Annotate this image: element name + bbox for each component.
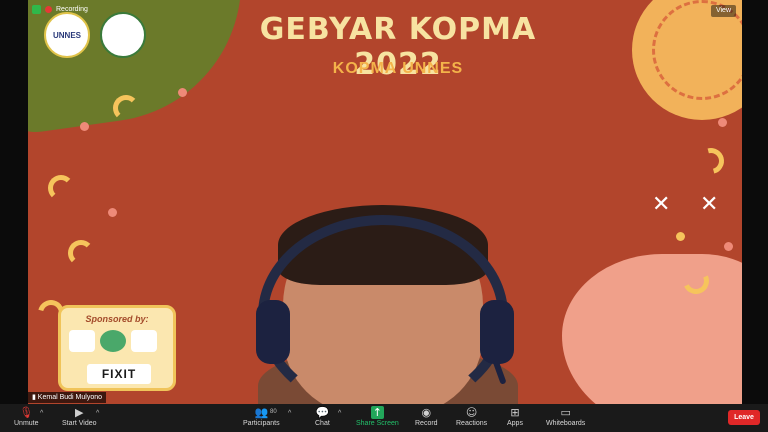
meeting-window: ✕ ✕ UNNES GEBYAR KOPMA 2022 KOPMA UNNES … xyxy=(0,0,768,432)
whiteboards-label: Whiteboards xyxy=(546,420,586,427)
decor-squiggle xyxy=(693,143,729,179)
participants-count: 80 xyxy=(270,409,277,415)
decor-x-mark: ✕ xyxy=(652,192,671,217)
decor-squiggle xyxy=(48,175,74,201)
view-button[interactable]: View xyxy=(710,5,736,17)
participants-label: Participants xyxy=(243,420,280,427)
share-screen-icon: ↑ xyxy=(370,406,385,419)
chevron-up-icon[interactable]: ^ xyxy=(338,410,341,417)
headphone-band xyxy=(258,215,508,404)
decor-dot xyxy=(178,88,187,97)
record-label: Record xyxy=(415,420,438,427)
leave-button[interactable]: Leave xyxy=(728,410,760,425)
sponsor-fixit-logo: FIXIT xyxy=(87,364,151,384)
decor-x-mark: ✕ xyxy=(700,192,719,217)
chevron-up-icon[interactable]: ^ xyxy=(288,410,291,417)
meeting-toolbar: 🎙 Unmute ^ ▶ Start Video ^ 👥 Participant… xyxy=(0,404,768,432)
decor-dot xyxy=(676,232,685,241)
sponsor-logo xyxy=(131,330,157,352)
decor-dot xyxy=(724,242,733,251)
apps-icon: ⊞ xyxy=(510,406,520,419)
record-icon: ◉ xyxy=(421,406,432,419)
sponsor-card: Sponsored by: FIXIT xyxy=(58,305,176,391)
apps-button[interactable]: ⊞ Apps xyxy=(507,406,523,427)
chevron-up-icon[interactable]: ^ xyxy=(40,410,43,417)
chat-label: Chat xyxy=(315,420,330,427)
participant-name-tag: ▮ Kemal Budi Mulyono xyxy=(28,392,106,403)
start-video-button[interactable]: ▶ Start Video xyxy=(62,406,97,427)
decor-dot xyxy=(718,118,727,127)
decor-dot xyxy=(108,208,117,217)
whiteboards-button[interactable]: ▭ Whiteboards xyxy=(546,406,585,427)
share-screen-button[interactable]: ↑ Share Screen xyxy=(356,406,399,427)
recording-label: Recording xyxy=(56,6,88,13)
chevron-up-icon[interactable]: ^ xyxy=(96,410,99,417)
video-camera-muted-icon: ▶ xyxy=(75,406,84,419)
participant-name: Kemal Budi Mulyono xyxy=(37,394,102,401)
share-screen-label: Share Screen xyxy=(356,420,399,427)
slide-subtitle: KOPMA UNNES xyxy=(332,60,464,77)
people-icon: 👥 xyxy=(254,406,269,419)
headphone-earcup-right xyxy=(480,300,514,364)
start-video-label: Start Video xyxy=(62,420,97,427)
shared-video: ✕ ✕ UNNES GEBYAR KOPMA 2022 KOPMA UNNES … xyxy=(28,0,742,404)
unnes-logo: UNNES xyxy=(44,12,90,58)
record-dot-icon xyxy=(45,6,52,13)
sponsor-label: Sponsored by: xyxy=(85,314,149,324)
decor-squiggle xyxy=(113,95,139,121)
reactions-button[interactable]: ☺ Reactions xyxy=(456,406,487,427)
unnes-logo-text: UNNES xyxy=(52,30,81,40)
kopma-logo xyxy=(100,12,146,58)
emoji-icon: ☺ xyxy=(465,406,478,419)
decor-dot xyxy=(80,122,89,131)
sponsor-logo xyxy=(100,330,126,352)
sponsor-logos xyxy=(69,330,157,352)
decor-pink-blob xyxy=(562,254,742,404)
shield-icon xyxy=(32,5,41,14)
unmute-button[interactable]: 🎙 Unmute xyxy=(14,406,39,427)
recording-indicator: Recording xyxy=(32,5,88,14)
record-button[interactable]: ◉ Record xyxy=(415,406,438,427)
whiteboard-icon: ▭ xyxy=(560,406,571,419)
chat-button[interactable]: 💬 Chat xyxy=(315,406,330,427)
chat-bubble-icon: 💬 xyxy=(315,406,330,419)
sponsor-logo xyxy=(69,330,95,352)
headphone-earcup-left xyxy=(256,300,290,364)
reactions-label: Reactions xyxy=(456,420,488,427)
decor-squiggle xyxy=(68,240,94,266)
unmute-label: Unmute xyxy=(14,420,39,427)
apps-label: Apps xyxy=(507,420,523,427)
microphone-muted-icon: 🎙 xyxy=(19,406,34,419)
